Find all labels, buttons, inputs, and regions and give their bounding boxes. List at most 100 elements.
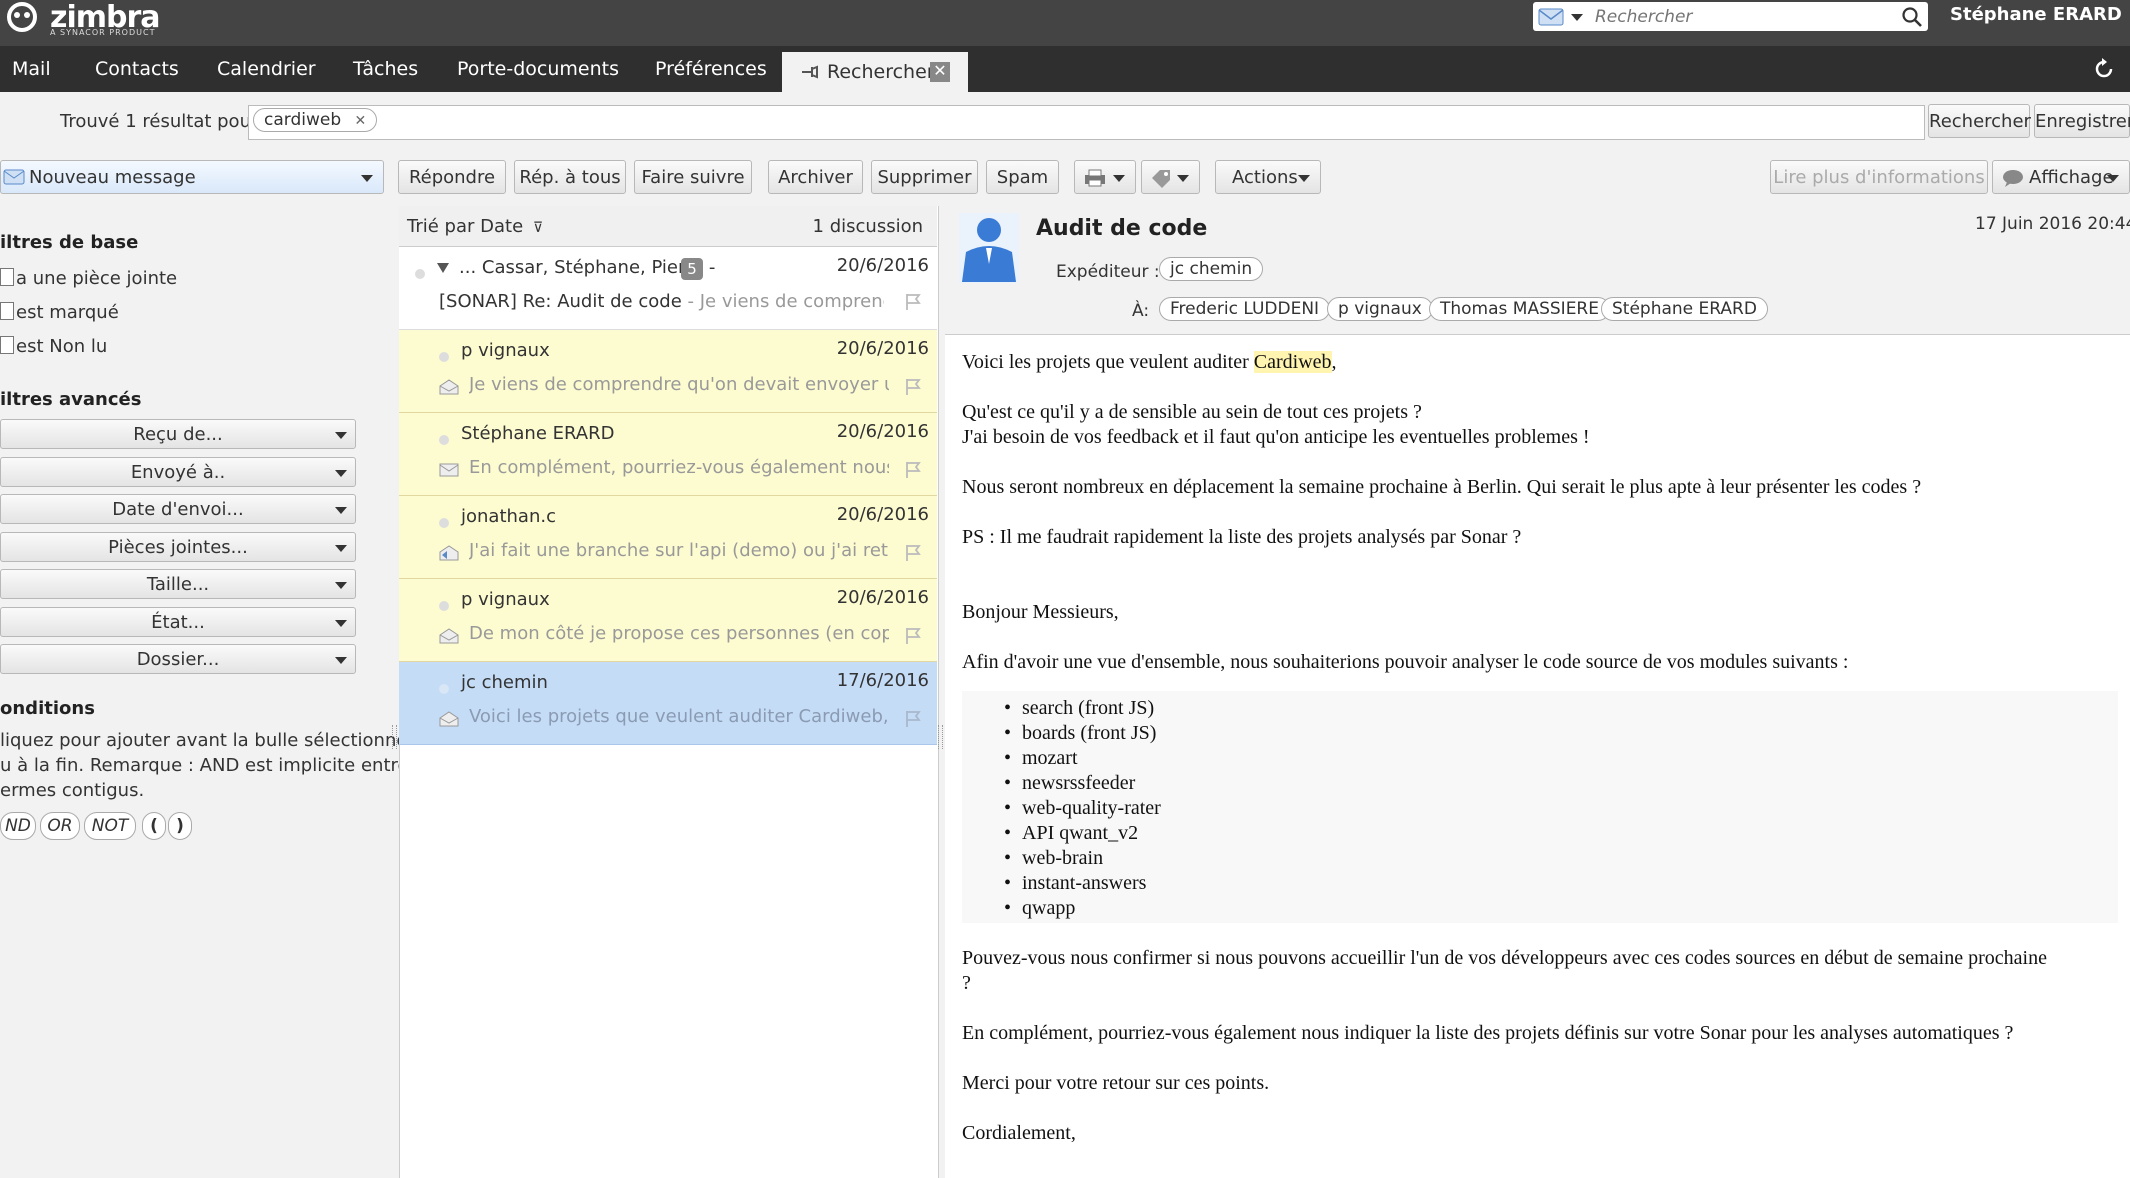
collapse-icon[interactable] bbox=[437, 263, 449, 273]
discussion-count: 1 discussion bbox=[812, 216, 923, 237]
message-fragment: Je viens de comprendre qu'on devait envo… bbox=[469, 374, 889, 395]
archive-button[interactable]: Archiver bbox=[768, 160, 863, 194]
attachments-filter[interactable]: Pièces jointes... bbox=[0, 532, 356, 562]
flag-icon[interactable] bbox=[905, 293, 921, 311]
new-message-button[interactable]: Nouveau message bbox=[0, 160, 384, 194]
flagged-checkbox[interactable] bbox=[0, 302, 14, 320]
list-item: API qwant_v2 bbox=[1004, 822, 1138, 845]
tab-mail[interactable]: Mail bbox=[12, 46, 51, 92]
folder-filter[interactable]: Dossier... bbox=[0, 644, 356, 674]
list-resize-handle[interactable] bbox=[938, 725, 943, 749]
list-item: qwapp bbox=[1004, 897, 1075, 920]
refresh-icon[interactable] bbox=[2092, 57, 2116, 81]
received-from-filter[interactable]: Reçu de... bbox=[0, 419, 356, 449]
unread-checkbox[interactable] bbox=[0, 336, 14, 354]
message-date: 17/6/2016 bbox=[836, 670, 929, 691]
size-filter[interactable]: Taille... bbox=[0, 569, 356, 599]
list-item: boards (front JS) bbox=[1004, 722, 1156, 745]
message-list-header: Trié par Date ⊽ 1 discussion bbox=[399, 206, 937, 247]
message-sender: p vignaux bbox=[461, 589, 550, 610]
from-label: Expéditeur : bbox=[1056, 262, 1160, 282]
mail-icon[interactable] bbox=[1538, 8, 1564, 26]
print-icon bbox=[1085, 169, 1105, 187]
message-subject: Audit de code bbox=[1036, 216, 1208, 241]
message-sender: p vignaux bbox=[461, 340, 550, 361]
reply-button[interactable]: Répondre bbox=[398, 160, 506, 194]
global-search-box[interactable] bbox=[1533, 2, 1928, 31]
operator-and[interactable]: ND bbox=[0, 812, 36, 840]
sort-by-date[interactable]: Trié par Date ⊽ bbox=[407, 216, 543, 237]
body-paragraph-3: J'ai besoin de vos feedback et il faut q… bbox=[962, 426, 1590, 448]
user-menu[interactable]: Stéphane ERARD bbox=[1950, 4, 2130, 25]
search-type-dropdown-icon[interactable] bbox=[1571, 14, 1583, 21]
flag-icon[interactable] bbox=[905, 710, 921, 728]
flag-icon[interactable] bbox=[905, 627, 921, 645]
message-row[interactable]: Stéphane ERARD 20/6/2016 En complément, … bbox=[399, 413, 937, 496]
tab-contacts[interactable]: Contacts bbox=[95, 46, 179, 92]
operator-or[interactable]: OR bbox=[40, 812, 80, 840]
actions-label: Actions bbox=[1232, 167, 1298, 188]
conditions-help-line-1: liquez pour ajouter avant la bulle sélec… bbox=[0, 730, 419, 751]
delete-button[interactable]: Supprimer bbox=[871, 160, 978, 194]
spam-button[interactable]: Spam bbox=[986, 160, 1059, 194]
close-tab-icon[interactable]: ✕ bbox=[930, 62, 950, 82]
read-more-button[interactable]: Lire plus d'informations bbox=[1770, 160, 1988, 194]
body-paragraph-8: Pouvez-vous nous confirmer si nous pouvo… bbox=[962, 947, 2047, 969]
reply-all-button[interactable]: Rép. à tous bbox=[514, 160, 626, 194]
flag-icon[interactable] bbox=[905, 544, 921, 562]
search-result-label: Trouvé 1 résultat pour : bbox=[60, 111, 271, 132]
conversation-subject: [SONAR] Re: Audit de code bbox=[439, 291, 682, 312]
global-search-input[interactable] bbox=[1593, 4, 1887, 30]
remove-token-icon[interactable]: ✕ bbox=[355, 113, 367, 129]
message-fragment: De mon côté je propose ces personnes (en… bbox=[469, 623, 889, 644]
left-panel-resize-handle[interactable] bbox=[392, 725, 397, 749]
view-dropdown-button[interactable]: Affichage bbox=[1992, 160, 2130, 194]
new-message-label: Nouveau message bbox=[29, 167, 196, 188]
search-button[interactable]: Rechercher bbox=[1928, 104, 2031, 138]
tab-briefcase[interactable]: Porte-documents bbox=[457, 46, 619, 92]
to-address-bubble[interactable]: Stéphane ERARD bbox=[1601, 297, 1768, 321]
message-row[interactable]: p vignaux 20/6/2016 Je viens de comprend… bbox=[399, 330, 937, 413]
to-address-bubble[interactable]: p vignaux bbox=[1327, 297, 1433, 321]
message-row[interactable]: jonathan.c 20/6/2016 J'ai fait une branc… bbox=[399, 496, 937, 579]
status-filter[interactable]: État... bbox=[0, 607, 356, 637]
search-icon[interactable] bbox=[1901, 6, 1923, 28]
print-dropdown-button[interactable] bbox=[1074, 160, 1136, 194]
tab-preferences[interactable]: Préférences bbox=[655, 46, 767, 92]
operator-close-paren[interactable]: ) bbox=[168, 812, 192, 840]
operator-open-paren[interactable]: ( bbox=[142, 812, 166, 840]
message-date: 20/6/2016 bbox=[836, 504, 929, 525]
search-token[interactable]: cardiweb ✕ bbox=[253, 108, 378, 132]
forward-button[interactable]: Faire suivre bbox=[634, 160, 752, 194]
logo-tagline: A SYNACOR PRODUCT bbox=[50, 28, 156, 37]
from-address-bubble[interactable]: jc chemin bbox=[1159, 257, 1264, 281]
to-address-bubble[interactable]: Frederic LUDDENI bbox=[1159, 297, 1331, 321]
envelope-open-icon bbox=[439, 379, 459, 395]
to-address-bubble[interactable]: Thomas MASSIERE bbox=[1429, 297, 1610, 321]
date-filter[interactable]: Date d'envoi... bbox=[0, 494, 356, 524]
new-mail-icon bbox=[3, 169, 25, 185]
tag-dropdown-button[interactable] bbox=[1141, 160, 1200, 194]
conversation-date: 20/6/2016 bbox=[836, 255, 929, 276]
zimbra-logo[interactable]: zimbra A SYNACOR PRODUCT bbox=[4, 0, 161, 46]
tab-calendar[interactable]: Calendrier bbox=[217, 46, 316, 92]
list-item: newsrssfeeder bbox=[1004, 772, 1135, 795]
flagged-label: est marqué bbox=[16, 302, 119, 323]
conversation-row[interactable]: ... Cassar, Stéphane, Pierre - 5 20/6/20… bbox=[399, 247, 937, 330]
pin-icon[interactable] bbox=[800, 64, 820, 80]
has-attachment-checkbox[interactable] bbox=[0, 268, 14, 286]
sent-to-filter[interactable]: Envoyé à.. bbox=[0, 457, 356, 487]
save-search-button[interactable]: Enregistrer bbox=[2034, 104, 2130, 138]
operator-not[interactable]: NOT bbox=[84, 812, 136, 840]
flag-icon[interactable] bbox=[905, 378, 921, 396]
message-date: 20/6/2016 bbox=[836, 421, 929, 442]
search-query-field[interactable]: cardiweb ✕ bbox=[248, 105, 1925, 140]
actions-dropdown-button[interactable]: Actions bbox=[1215, 160, 1321, 194]
flag-icon[interactable] bbox=[905, 461, 921, 479]
tab-search[interactable]: Rechercher ✕ bbox=[782, 52, 968, 92]
tab-tasks[interactable]: Tâches bbox=[353, 46, 418, 92]
envelope-open-icon bbox=[439, 628, 459, 644]
to-label: À: bbox=[1132, 301, 1150, 321]
message-row-selected[interactable]: jc chemin 17/6/2016 Voici les projets qu… bbox=[399, 662, 937, 745]
message-row[interactable]: p vignaux 20/6/2016 De mon côté je propo… bbox=[399, 579, 937, 662]
